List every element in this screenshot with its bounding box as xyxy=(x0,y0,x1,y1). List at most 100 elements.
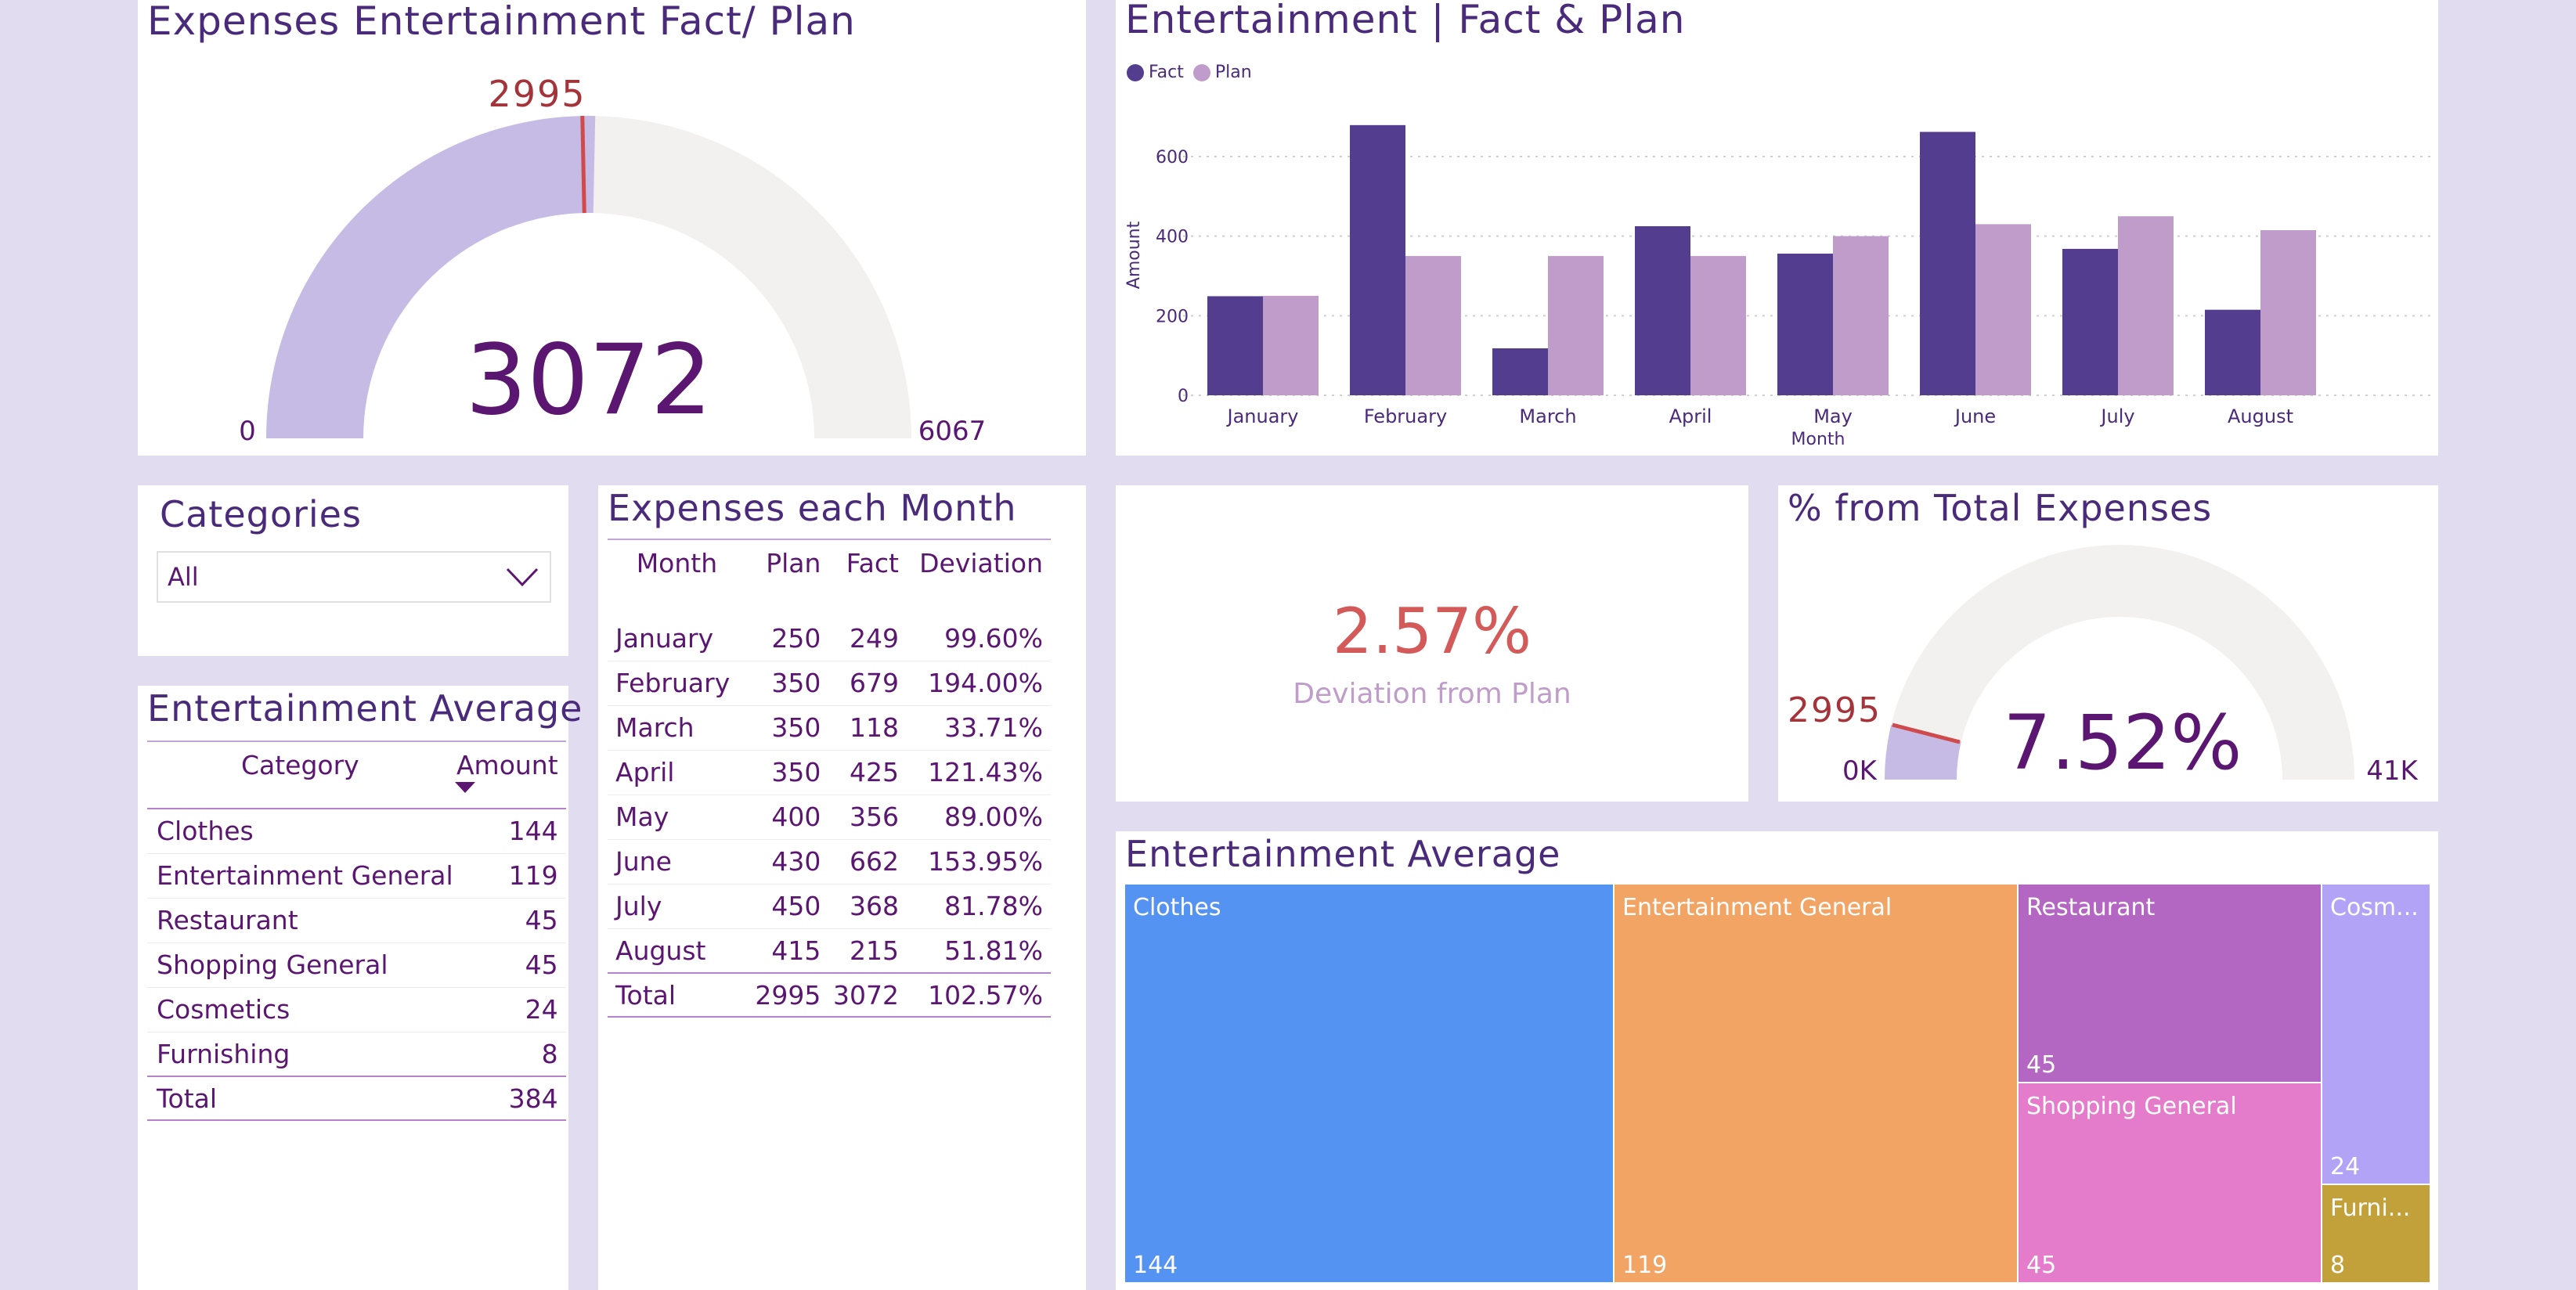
table-row[interactable]: Entertainment General 119 xyxy=(147,853,566,898)
deviation-cell: 153.95% xyxy=(928,846,1043,877)
total-label: Total xyxy=(157,1083,218,1114)
table-row[interactable]: Shopping General 45 xyxy=(147,942,566,987)
bar-plan-july[interactable] xyxy=(2118,216,2174,395)
gauge-target-line xyxy=(580,116,586,214)
table-row[interactable]: June 430 662 153.95% xyxy=(608,839,1051,884)
bar-fact-april[interactable] xyxy=(1635,225,1690,395)
bar-fact-july[interactable] xyxy=(2062,248,2118,395)
table-row[interactable]: February 350 679 194.00% xyxy=(608,661,1051,705)
gauge-card-fact-plan: Expenses Entertainment Fact/ Plan 2995 3… xyxy=(138,0,1086,456)
category-cell: Clothes xyxy=(157,816,254,847)
treemap-tile[interactable]: Restaurant 45 xyxy=(2019,885,2321,1082)
x-tick-label: May xyxy=(1813,405,1853,427)
bar-chart-plot: 0 200 400 600 January February March April May J… xyxy=(1124,124,2430,449)
y-tick-label: 0 xyxy=(1178,387,1189,406)
y-tick-label: 200 xyxy=(1156,307,1189,326)
y-axis-title: Amount xyxy=(1124,221,1144,289)
bar-plan-august[interactable] xyxy=(2260,230,2316,395)
month-cell: February xyxy=(615,668,731,698)
table-row[interactable]: March 350 118 33.71% xyxy=(608,705,1051,750)
bar-plan-january[interactable] xyxy=(1263,295,1319,395)
bar-plan-march[interactable] xyxy=(1548,256,1604,395)
deviation-value: 2.57% xyxy=(1332,595,1532,668)
avg-table: Category Amount Clothes 144 Entertainment … xyxy=(147,740,566,1121)
treemap-tile[interactable]: Shopping General 45 xyxy=(2019,1083,2321,1282)
tile-value: 45 xyxy=(2026,1051,2057,1079)
plan-cell: 350 xyxy=(771,712,821,743)
plan-cell: 400 xyxy=(771,802,821,832)
deviation-cell: 99.60% xyxy=(944,622,1043,654)
total-plan: 2995 xyxy=(755,979,821,1011)
amount-cell: 24 xyxy=(525,994,558,1025)
tile-label: Furni... xyxy=(2330,1195,2411,1222)
gauge-min-label: 0K xyxy=(1842,755,1878,787)
amount-cell: 119 xyxy=(508,860,558,891)
gauge-target-label: 2995 xyxy=(1788,690,1881,730)
bar-plan-april[interactable] xyxy=(1690,256,1746,395)
col-header-deviation[interactable]: Deviation xyxy=(902,539,1051,616)
bar-plan-may[interactable] xyxy=(1833,236,1889,395)
col-header-plan[interactable]: Plan xyxy=(746,539,824,616)
treemap-tile[interactable]: Cosm... 24 xyxy=(2322,885,2430,1184)
col-header-fact[interactable]: Fact xyxy=(824,539,902,616)
table-row[interactable]: January 250 249 99.60% xyxy=(608,616,1051,661)
month-cell: March xyxy=(615,712,695,743)
month-cell: June xyxy=(615,846,672,877)
bar-fact-january[interactable] xyxy=(1207,296,1263,395)
table-row[interactable]: August 415 215 51.81% xyxy=(608,928,1051,973)
total-fact: 3072 xyxy=(833,979,899,1011)
x-tick-label: July xyxy=(2099,405,2134,427)
category-cell: Shopping General xyxy=(157,949,388,980)
amount-cell: 144 xyxy=(508,816,558,847)
tile-value: 45 xyxy=(2026,1252,2057,1279)
bar-fact-august[interactable] xyxy=(2205,309,2260,395)
col-header-amount[interactable]: Amount xyxy=(453,741,566,809)
table-row[interactable]: April 350 425 121.43% xyxy=(608,750,1051,795)
treemap-tile[interactable]: Furni... 8 xyxy=(2322,1185,2430,1282)
col-header-month[interactable]: Month xyxy=(608,539,746,616)
table-row[interactable]: Furnishing 8 xyxy=(147,1032,566,1076)
table-row[interactable]: Restaurant 45 xyxy=(147,898,566,942)
fact-cell: 249 xyxy=(849,622,899,654)
table-row[interactable]: July 450 368 81.78% xyxy=(608,884,1051,928)
bar-chart-card: Entertainment | Fact & Plan Fact Plan 02… xyxy=(1116,0,2438,456)
amount-cell: 45 xyxy=(525,905,558,935)
table-row[interactable]: Clothes 144 xyxy=(147,809,566,853)
table-row[interactable]: Cosmetics 24 xyxy=(147,987,566,1032)
col-header-category[interactable]: Category xyxy=(147,741,453,809)
plan-cell: 430 xyxy=(771,846,821,877)
tile-value: 144 xyxy=(1133,1252,1178,1279)
plan-cell: 350 xyxy=(771,757,821,787)
bar-fact-february[interactable] xyxy=(1350,124,1405,395)
deviation-cell: 194.00% xyxy=(928,668,1043,698)
tile-label: Clothes xyxy=(1133,894,1221,921)
total-deviation: 102.57% xyxy=(928,979,1043,1011)
month-cell: July xyxy=(615,891,662,921)
bar-fact-march[interactable] xyxy=(1492,348,1548,395)
treemap-tile[interactable]: Clothes 144 xyxy=(1125,885,1613,1282)
bar-plan-june[interactable] xyxy=(1975,224,2031,395)
bar-fact-june[interactable] xyxy=(1920,132,1975,395)
x-tick-label: June xyxy=(1954,405,1996,427)
gauge-max-label: 41K xyxy=(2366,755,2419,787)
category-cell: Furnishing xyxy=(157,1038,290,1069)
dropdown-selected-value: All xyxy=(168,562,199,592)
x-tick-label: April xyxy=(1669,405,1712,427)
category-cell: Cosmetics xyxy=(157,994,290,1025)
bar-plan-february[interactable] xyxy=(1405,256,1461,395)
tile-label: Shopping General xyxy=(2026,1093,2237,1120)
gauge-value-label: 3072 xyxy=(465,324,713,437)
table-row[interactable]: May 400 356 89.00% xyxy=(608,795,1051,839)
main-gauge: 2995 3072 0 6067 xyxy=(239,73,986,447)
treemap-tile[interactable]: Entertainment General 119 xyxy=(1615,885,2017,1282)
categories-dropdown[interactable]: All xyxy=(157,551,551,603)
x-axis-title: Month xyxy=(1791,430,1845,449)
month-table-card: Expenses each Month Month Plan Fact Devi… xyxy=(598,485,1086,1290)
month-table-title: Expenses each Month xyxy=(608,487,1017,529)
tile-value: 119 xyxy=(1622,1252,1668,1279)
pct-gauge-card: % from Total Expenses 2995 7.52% 0K 41K xyxy=(1778,485,2438,802)
category-cell: Entertainment General xyxy=(157,860,453,891)
avg-table-total-row: Total 384 xyxy=(147,1076,566,1120)
avg-table-card: Entertainment Average Category Amount Cl… xyxy=(138,686,582,1290)
bar-fact-may[interactable] xyxy=(1777,254,1833,395)
